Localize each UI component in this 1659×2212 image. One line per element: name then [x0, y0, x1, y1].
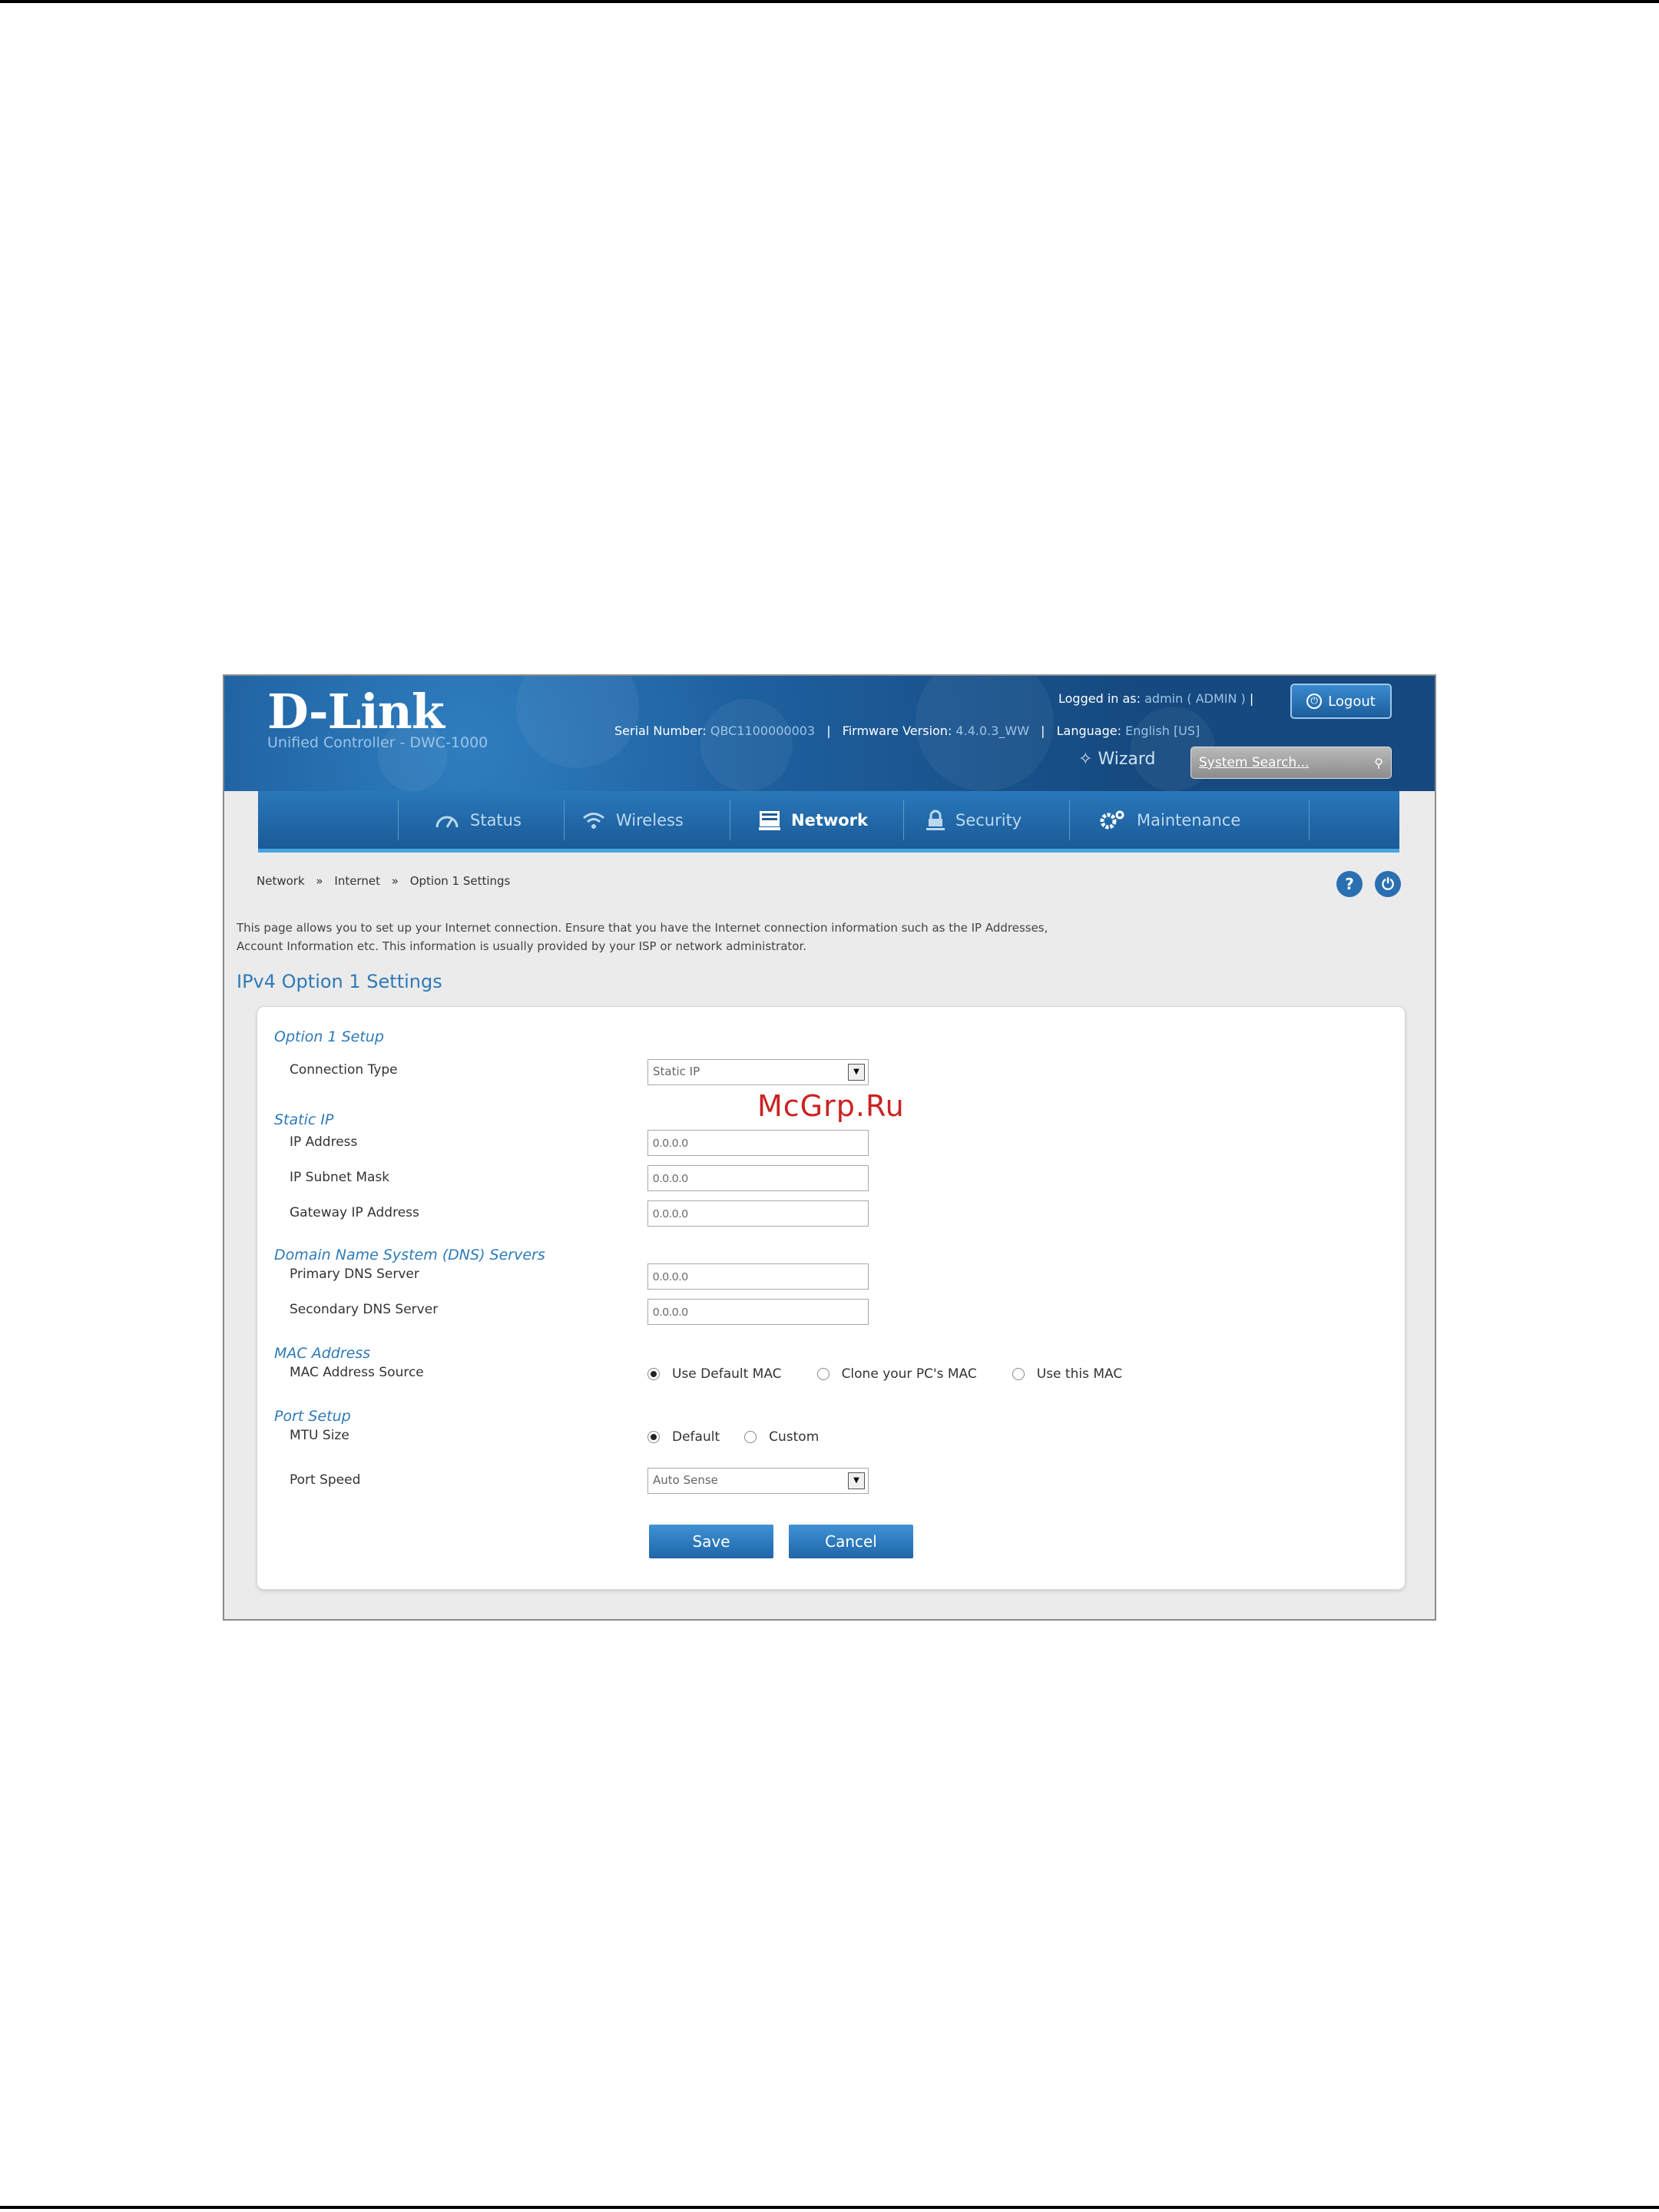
mtu-default-option[interactable]: Default	[647, 1429, 720, 1445]
breadcrumb-current: Option 1 Settings	[409, 874, 511, 888]
mtu-custom-option[interactable]: Custom	[744, 1429, 819, 1445]
logout-button[interactable]: ⏻ Logout	[1290, 684, 1392, 719]
mac-clone-radio[interactable]	[816, 1368, 830, 1380]
power-icon: ⏻	[1306, 694, 1323, 709]
wifi-icon	[583, 812, 604, 829]
group-dns: Domain Name System (DNS) Servers	[274, 1247, 545, 1263]
mtu-custom-radio[interactable]	[744, 1431, 757, 1443]
port-speed-select[interactable]: Auto Sense ▼	[647, 1468, 869, 1494]
mac-custom-radio[interactable]	[1012, 1368, 1025, 1380]
language-label: Language:	[1056, 724, 1121, 738]
language-link[interactable]: English [US]	[1125, 724, 1200, 738]
gateway-input[interactable]	[647, 1200, 869, 1227]
system-search-input[interactable]: System Search... ⚲	[1190, 747, 1392, 779]
breadcrumb: Network » Internet » Option 1 Settings	[257, 874, 511, 888]
page-top-rule	[0, 0, 1659, 3]
mac-default-radio[interactable]	[647, 1368, 660, 1380]
serial-label: Serial Number:	[614, 724, 707, 738]
login-status: Logged in as: admin ( ADMIN ) |	[1058, 691, 1254, 706]
mac-default-option[interactable]: Use Default MAC	[647, 1366, 782, 1382]
lock-icon	[926, 810, 945, 830]
search-placeholder: System Search...	[1199, 755, 1310, 770]
nav-wireless[interactable]: Wireless	[582, 791, 684, 849]
secondary-dns-label: Secondary DNS Server	[290, 1302, 439, 1317]
wand-icon: ✧	[1078, 750, 1093, 769]
mac-clone-option[interactable]: Clone your PC's MAC	[816, 1366, 977, 1382]
nav-maintenance-label: Maintenance	[1137, 810, 1241, 830]
app-header: D-Link Unified Controller - DWC-1000 Ser…	[224, 676, 1435, 791]
nav-security-label: Security	[955, 810, 1022, 830]
router-admin-screenshot: D-Link Unified Controller - DWC-1000 Ser…	[223, 674, 1436, 1621]
mtu-radio-group: Default Custom	[647, 1429, 854, 1445]
subnet-mask-input[interactable]	[647, 1165, 869, 1191]
primary-dns-input[interactable]	[647, 1263, 869, 1290]
connection-type-select[interactable]: Static IP ▼	[647, 1059, 869, 1085]
nav-network[interactable]: Network	[759, 791, 868, 849]
nav-status-label: Status	[470, 810, 522, 830]
logged-role: ( ADMIN )	[1187, 691, 1246, 706]
gears-icon	[1100, 810, 1124, 829]
wizard-link[interactable]: ✧ Wizard	[1078, 750, 1155, 769]
cancel-button[interactable]: Cancel	[789, 1525, 913, 1558]
save-button[interactable]: Save	[649, 1525, 773, 1558]
primary-dns-label: Primary DNS Server	[290, 1267, 419, 1282]
chevron-down-icon: ▼	[848, 1472, 865, 1489]
network-icon	[759, 810, 780, 830]
nav-status[interactable]: Status	[435, 791, 522, 849]
gateway-label: Gateway IP Address	[290, 1205, 419, 1220]
firmware-value: 4.4.0.3_WW	[955, 724, 1030, 738]
connection-type-value: Static IP	[653, 1065, 700, 1078]
nav-network-label: Network	[791, 810, 869, 830]
logged-user: admin	[1144, 691, 1184, 706]
product-subtitle: Unified Controller - DWC-1000	[267, 734, 488, 751]
mtu-default-radio[interactable]	[647, 1431, 660, 1443]
group-port-setup: Port Setup	[274, 1408, 351, 1425]
serial-value: QBC1100000003	[710, 724, 816, 738]
device-info-line: Serial Number: QBC1100000003 | Firmware …	[614, 724, 1200, 738]
mtu-label: MTU Size	[290, 1428, 349, 1443]
group-static-ip: Static IP	[274, 1111, 334, 1128]
logged-label: Logged in as:	[1058, 691, 1141, 706]
power-icon[interactable]: ⏻	[1375, 871, 1401, 897]
group-mac: MAC Address	[274, 1345, 371, 1362]
firmware-label: Firmware Version:	[842, 724, 952, 738]
chevron-down-icon: ▼	[848, 1064, 865, 1081]
page-bottom-rule	[0, 2206, 1659, 2209]
port-speed-label: Port Speed	[290, 1472, 361, 1488]
dlink-logo: D-Link	[267, 684, 445, 740]
breadcrumb-internet[interactable]: Internet	[334, 874, 380, 888]
page-description: This page allows you to set up your Inte…	[237, 921, 1048, 953]
ip-address-label: IP Address	[290, 1134, 358, 1150]
help-icon[interactable]: ?	[1336, 871, 1363, 897]
nav-maintenance[interactable]: Maintenance	[1098, 791, 1240, 849]
breadcrumb-network[interactable]: Network	[257, 874, 305, 888]
gauge-icon	[435, 816, 459, 828]
mac-source-label: MAC Address Source	[290, 1365, 424, 1380]
watermark-text: McGrp.Ru	[757, 1089, 905, 1123]
nav-security[interactable]: Security	[926, 791, 1022, 849]
mac-custom-option[interactable]: Use this MAC	[1012, 1366, 1122, 1382]
nav-wireless-label: Wireless	[616, 810, 684, 830]
ip-address-input[interactable]	[647, 1130, 869, 1156]
main-nav: Status Wireless Network Security Mainten…	[258, 791, 1399, 853]
page-title: IPv4 Option 1 Settings	[237, 971, 442, 992]
port-speed-value: Auto Sense	[653, 1473, 718, 1487]
mac-source-radio-group: Use Default MAC Clone your PC's MAC Use …	[647, 1366, 1157, 1382]
wizard-label: Wizard	[1098, 750, 1156, 769]
connection-type-label: Connection Type	[290, 1062, 398, 1078]
subnet-mask-label: IP Subnet Mask	[290, 1170, 390, 1185]
group-option-setup: Option 1 Setup	[274, 1028, 384, 1045]
search-icon: ⚲	[1374, 755, 1383, 770]
secondary-dns-input[interactable]	[647, 1299, 869, 1325]
logout-label: Logout	[1328, 693, 1376, 710]
